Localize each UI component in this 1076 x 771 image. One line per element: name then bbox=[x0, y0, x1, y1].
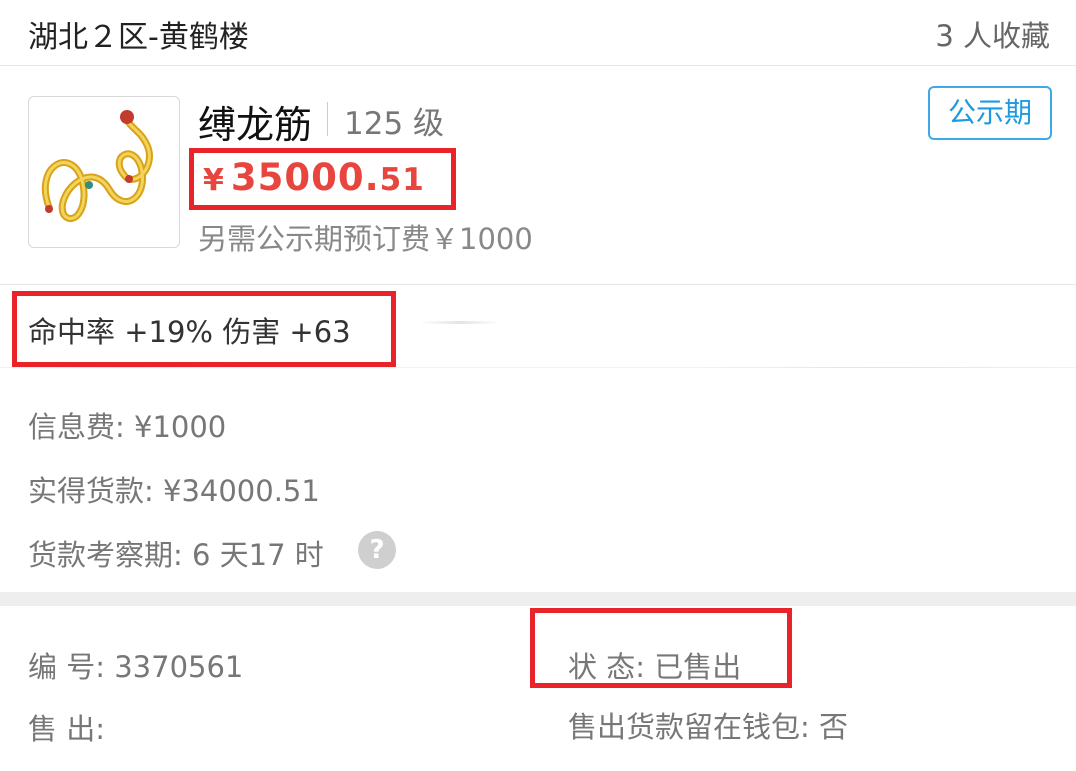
item-thumbnail[interactable] bbox=[28, 96, 180, 248]
wallet-label: 售出货款留在钱包: bbox=[568, 710, 810, 744]
wallet-row: 售出货款留在钱包: 否 bbox=[568, 704, 848, 746]
wallet-value: 否 bbox=[819, 710, 849, 744]
sold-row: 售 出: bbox=[28, 706, 105, 748]
serial-row: 编 号: 3370561 bbox=[28, 644, 243, 686]
section-gap bbox=[0, 592, 1076, 606]
review-period: 货款考察期: 6 天17 时 bbox=[28, 538, 324, 572]
reservation-fee-note: 另需公示期预订费￥1000 bbox=[198, 222, 533, 256]
item-name: 缚龙筋 bbox=[198, 103, 313, 147]
highlight-box-attributes bbox=[12, 291, 396, 367]
name-divider bbox=[327, 102, 328, 136]
serial-value: 3370561 bbox=[114, 650, 244, 684]
server-name: 湖北２区-黄鹤楼 bbox=[28, 20, 249, 55]
fee-info-section: 信息费: ¥1000 实得货款: ¥34000.51 货款考察期: 6 天17 … bbox=[0, 368, 1076, 592]
listing-header: 湖北２区-黄鹤楼 3 人收藏 bbox=[0, 0, 1076, 66]
sold-label: 售 出: bbox=[28, 712, 105, 746]
publicity-badge[interactable]: 公示期 bbox=[928, 86, 1052, 140]
question-icon[interactable]: ? bbox=[358, 531, 396, 569]
blur-mark bbox=[420, 321, 500, 324]
info-fee: 信息费: ¥1000 bbox=[28, 410, 227, 444]
actual-payment: 实得货款: ¥34000.51 bbox=[28, 474, 320, 508]
item-summary: 缚龙筋 125 级 公示期 ¥35000.51 另需公示期预订费￥1000 bbox=[0, 66, 1076, 285]
serial-label: 编 号: bbox=[28, 650, 105, 684]
favorites-count[interactable]: 3 人收藏 bbox=[935, 13, 1050, 55]
listing-page: 湖北２区-黄鹤楼 3 人收藏 缚龙筋 125 级 公示期 ¥35000.51 另… bbox=[0, 0, 1076, 771]
highlight-box-status bbox=[530, 608, 792, 688]
highlight-box-price bbox=[189, 148, 456, 210]
item-thumbnail-rope bbox=[41, 110, 153, 222]
item-level: 125 级 bbox=[344, 106, 445, 142]
